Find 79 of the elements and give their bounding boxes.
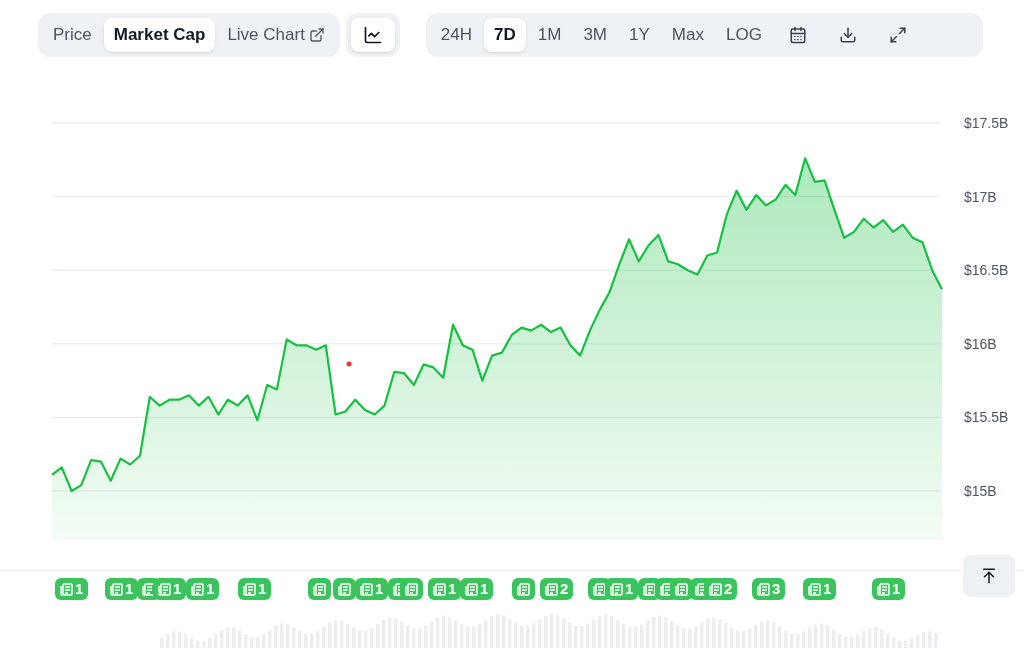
newspaper-icon <box>433 582 446 596</box>
news-marker[interactable]: 1 <box>803 578 837 600</box>
news-marker[interactable]: 3 <box>752 578 786 600</box>
news-count: 1 <box>75 578 84 599</box>
news-marker[interactable]: 2 <box>704 578 738 600</box>
news-count: 1 <box>125 578 134 599</box>
newspaper-icon <box>517 582 530 596</box>
news-count: 1 <box>823 578 832 599</box>
calendar-icon <box>788 26 807 44</box>
line-chart-icon <box>362 25 383 45</box>
download-icon <box>838 26 857 44</box>
tab[interactable]: Max <box>661 18 714 52</box>
arrow-up-icon <box>980 567 998 585</box>
newspaper-icon <box>110 582 123 596</box>
newspaper-icon <box>158 582 171 596</box>
news-count: 2 <box>560 578 569 599</box>
tab[interactable]: LOG <box>715 18 772 52</box>
news-marker[interactable]: 1 <box>460 578 494 600</box>
news-count: 1 <box>375 578 384 599</box>
news-marker[interactable]: 1 <box>428 578 462 600</box>
dot-marker <box>346 361 352 367</box>
news-marker[interactable]: 1 <box>186 578 220 600</box>
newspaper-icon <box>405 582 418 596</box>
newspaper-icon <box>709 582 722 596</box>
news-marker[interactable]: 1 <box>872 578 906 600</box>
news-marker[interactable]: 1 <box>153 578 187 600</box>
news-count: 1 <box>448 578 457 599</box>
newspaper-icon <box>360 582 373 596</box>
news-marker[interactable]: 1 <box>238 578 272 600</box>
news-count: 1 <box>258 578 267 599</box>
newspaper-icon <box>808 582 821 596</box>
newspaper-icon <box>675 582 688 596</box>
news-marker[interactable] <box>400 578 423 600</box>
tab[interactable]: Live Chart <box>217 18 335 52</box>
news-marker[interactable]: 2 <box>540 578 574 600</box>
tab[interactable]: Price <box>43 18 102 52</box>
news-marker[interactable]: 1 <box>355 578 389 600</box>
tab[interactable]: 7D <box>484 18 526 52</box>
news-marker[interactable]: 1 <box>105 578 139 600</box>
news-count: 2 <box>724 578 733 599</box>
tab[interactable]: 24H <box>430 18 483 52</box>
newspaper-icon <box>191 582 204 596</box>
y-axis-label: $17B <box>964 188 997 205</box>
news-marker[interactable] <box>512 578 535 600</box>
y-axis-label: $16.5B <box>964 262 1009 279</box>
newspaper-icon <box>243 582 256 596</box>
news-marker[interactable]: 1 <box>605 578 639 600</box>
newspaper-icon <box>643 582 656 596</box>
newspaper-icon <box>60 582 73 596</box>
tab[interactable]: Market Cap <box>103 18 216 52</box>
newspaper-icon <box>610 582 623 596</box>
newspaper-icon <box>593 582 606 596</box>
news-count: 1 <box>173 578 182 599</box>
news-count: 3 <box>772 578 781 599</box>
newspaper-icon <box>142 582 155 596</box>
tab[interactable]: 1Y <box>619 18 660 52</box>
y-axis-label: $15B <box>964 483 997 499</box>
news-count: 1 <box>625 578 634 599</box>
newspaper-icon <box>465 582 478 596</box>
news-marker[interactable] <box>308 578 331 600</box>
newspaper-icon <box>757 582 770 596</box>
tab[interactable]: 1M <box>527 18 572 52</box>
newspaper-icon <box>313 582 326 596</box>
line-chart-button[interactable] <box>350 18 395 52</box>
news-count: 1 <box>892 578 901 599</box>
news-marker[interactable]: 1 <box>55 578 89 600</box>
y-axis-label: $17.5B <box>964 115 1009 131</box>
newspaper-icon <box>877 582 890 596</box>
newspaper-icon <box>660 582 673 596</box>
news-count: 1 <box>206 578 215 599</box>
news-marker[interactable] <box>333 578 356 600</box>
news-count: 1 <box>480 578 489 599</box>
newspaper-icon <box>545 582 558 596</box>
tab[interactable]: 3M <box>573 18 618 52</box>
y-axis-label: $16B <box>964 335 997 352</box>
expand-icon <box>888 26 907 44</box>
scroll-to-top-button[interactable] <box>963 555 1015 597</box>
y-axis-label: $15.5B <box>964 409 1009 426</box>
newspaper-icon <box>338 582 351 596</box>
